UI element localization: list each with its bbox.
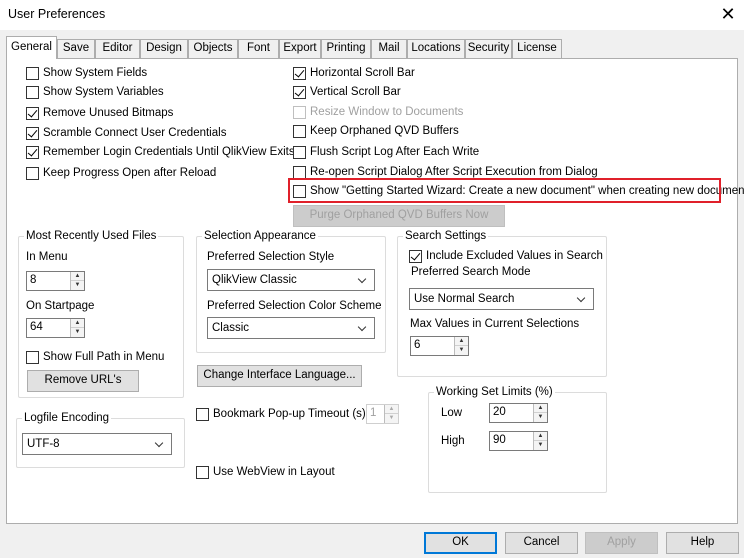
keep-orphaned-qvd-checkbox[interactable]: Keep Orphaned QVD Buffers [293, 123, 459, 139]
keep-progress-open-checkbox[interactable]: Keep Progress Open after Reload [26, 165, 216, 181]
show-system-fields-checkbox[interactable]: Show System Fields [26, 65, 147, 81]
search-mode-label: Preferred Search Mode [411, 266, 531, 278]
remove-urls-button[interactable]: Remove URL's [27, 370, 139, 392]
bookmark-popup-timeout-checkbox[interactable]: Bookmark Pop-up Timeout (s) [196, 406, 366, 422]
low-label: Low [441, 407, 463, 419]
checkbox-icon[interactable] [26, 166, 39, 180]
on-startpage-value: 64 [30, 321, 43, 333]
horizontal-scroll-bar-checkbox[interactable]: Horizontal Scroll Bar [293, 65, 415, 81]
show-full-path-checkbox[interactable]: Show Full Path in Menu [26, 349, 164, 365]
resize-window-checkbox[interactable]: Resize Window to Documents [293, 104, 463, 120]
tab-export[interactable]: Export [279, 39, 321, 58]
low-value: 20 [493, 406, 506, 418]
spin-down-icon[interactable]: ▼ [455, 346, 468, 355]
search-settings-title: Search Settings [403, 230, 489, 243]
checkbox-icon[interactable] [26, 145, 39, 159]
spin-up-icon[interactable]: ▲ [534, 404, 547, 413]
high-value: 90 [493, 434, 506, 446]
highlight-box [288, 178, 721, 203]
tab-save[interactable]: Save [57, 39, 95, 58]
tab-font[interactable]: Font [238, 39, 279, 58]
max-values-spinner[interactable]: 6 ▲ ▼ [410, 336, 469, 356]
cancel-button[interactable]: Cancel [505, 532, 578, 554]
high-label: High [441, 435, 465, 447]
close-icon[interactable]: ✕ [716, 2, 740, 26]
flush-script-log-checkbox[interactable]: Flush Script Log After Each Write [293, 144, 479, 160]
checkbox-icon[interactable] [293, 85, 306, 99]
tab-printing[interactable]: Printing [321, 39, 371, 58]
spin-down-icon[interactable]: ▼ [534, 441, 547, 450]
show-system-variables-checkbox[interactable]: Show System Variables [26, 84, 164, 100]
spin-up-icon[interactable]: ▲ [455, 337, 468, 346]
selection-style-dropdown[interactable]: QlikView Classic [207, 269, 375, 291]
spin-down-icon[interactable]: ▼ [71, 281, 84, 290]
tab-mail[interactable]: Mail [371, 39, 407, 58]
chevron-down-icon [357, 321, 368, 335]
spin-down-icon[interactable]: ▼ [385, 414, 398, 423]
low-spinner[interactable]: 20 ▲ ▼ [489, 403, 548, 423]
spin-up-icon[interactable]: ▲ [534, 432, 547, 441]
selection-style-label: Preferred Selection Style [207, 251, 335, 263]
vertical-scroll-bar-checkbox[interactable]: Vertical Scroll Bar [293, 84, 401, 100]
in-menu-spinner[interactable]: 8 ▲ ▼ [26, 271, 85, 291]
help-button[interactable]: Help [666, 532, 739, 554]
spin-up-icon[interactable]: ▲ [385, 405, 398, 414]
tab-editor[interactable]: Editor [95, 39, 140, 58]
checkbox-icon[interactable] [293, 105, 306, 119]
apply-button[interactable]: Apply [585, 532, 658, 554]
search-mode-dropdown[interactable]: Use Normal Search [409, 288, 594, 310]
selection-color-label: Preferred Selection Color Scheme [207, 300, 382, 312]
remove-unused-bitmaps-checkbox[interactable]: Remove Unused Bitmaps [26, 105, 173, 121]
checkbox-icon[interactable] [26, 350, 39, 364]
tab-general[interactable]: General [6, 36, 57, 59]
max-values-label: Max Values in Current Selections [410, 318, 580, 330]
checkbox-icon[interactable] [293, 124, 306, 138]
purge-orphaned-qvd-button[interactable]: Purge Orphaned QVD Buffers Now [293, 205, 505, 227]
spin-down-icon[interactable]: ▼ [71, 328, 84, 337]
logfile-encoding-dropdown[interactable]: UTF-8 [22, 433, 172, 455]
checkbox-icon[interactable] [26, 85, 39, 99]
include-excluded-values-checkbox[interactable]: Include Excluded Values in Search [409, 248, 603, 264]
window-title: User Preferences [8, 7, 106, 21]
ok-button[interactable]: OK [424, 532, 497, 554]
remember-login-checkbox[interactable]: Remember Login Credentials Until QlikVie… [26, 144, 295, 160]
checkbox-icon[interactable] [26, 66, 39, 80]
checkbox-icon[interactable] [293, 165, 306, 179]
change-interface-language-button[interactable]: Change Interface Language... [197, 365, 362, 387]
mru-group-title: Most Recently Used Files [24, 230, 159, 243]
tab-objects[interactable]: Objects [188, 39, 238, 58]
bookmark-timeout-value: 1 [370, 407, 377, 419]
chevron-down-icon [576, 292, 587, 306]
tab-locations[interactable]: Locations [407, 39, 465, 58]
title-bar: User Preferences ✕ [0, 0, 744, 30]
checkbox-icon[interactable] [196, 465, 209, 479]
checkbox-icon[interactable] [293, 145, 306, 159]
in-menu-value: 8 [30, 274, 37, 286]
spin-down-icon[interactable]: ▼ [534, 413, 547, 422]
tab-security[interactable]: Security [465, 39, 512, 58]
logfile-encoding-title: Logfile Encoding [22, 412, 112, 425]
chevron-down-icon [154, 437, 165, 451]
tab-license[interactable]: License [512, 39, 562, 58]
in-menu-label: In Menu [26, 251, 68, 263]
spin-up-icon[interactable]: ▲ [71, 319, 84, 328]
checkbox-icon[interactable] [409, 249, 422, 263]
selection-appearance-title: Selection Appearance [202, 230, 318, 243]
bookmark-timeout-spinner[interactable]: 1 ▲ ▼ [366, 404, 399, 424]
working-set-limits-title: Working Set Limits (%) [434, 386, 555, 399]
high-spinner[interactable]: 90 ▲ ▼ [489, 431, 548, 451]
checkbox-icon[interactable] [26, 106, 39, 120]
checkbox-icon[interactable] [196, 407, 209, 421]
scramble-credentials-checkbox[interactable]: Scramble Connect User Credentials [26, 125, 226, 141]
max-values-value: 6 [414, 339, 421, 351]
selection-color-dropdown[interactable]: Classic [207, 317, 375, 339]
on-startpage-spinner[interactable]: 64 ▲ ▼ [26, 318, 85, 338]
use-webview-checkbox[interactable]: Use WebView in Layout [196, 464, 335, 480]
checkbox-icon[interactable] [293, 66, 306, 80]
spin-up-icon[interactable]: ▲ [71, 272, 84, 281]
tab-design[interactable]: Design [140, 39, 188, 58]
checkbox-icon[interactable] [26, 126, 39, 140]
on-startpage-label: On Startpage [26, 300, 95, 312]
chevron-down-icon [357, 273, 368, 287]
